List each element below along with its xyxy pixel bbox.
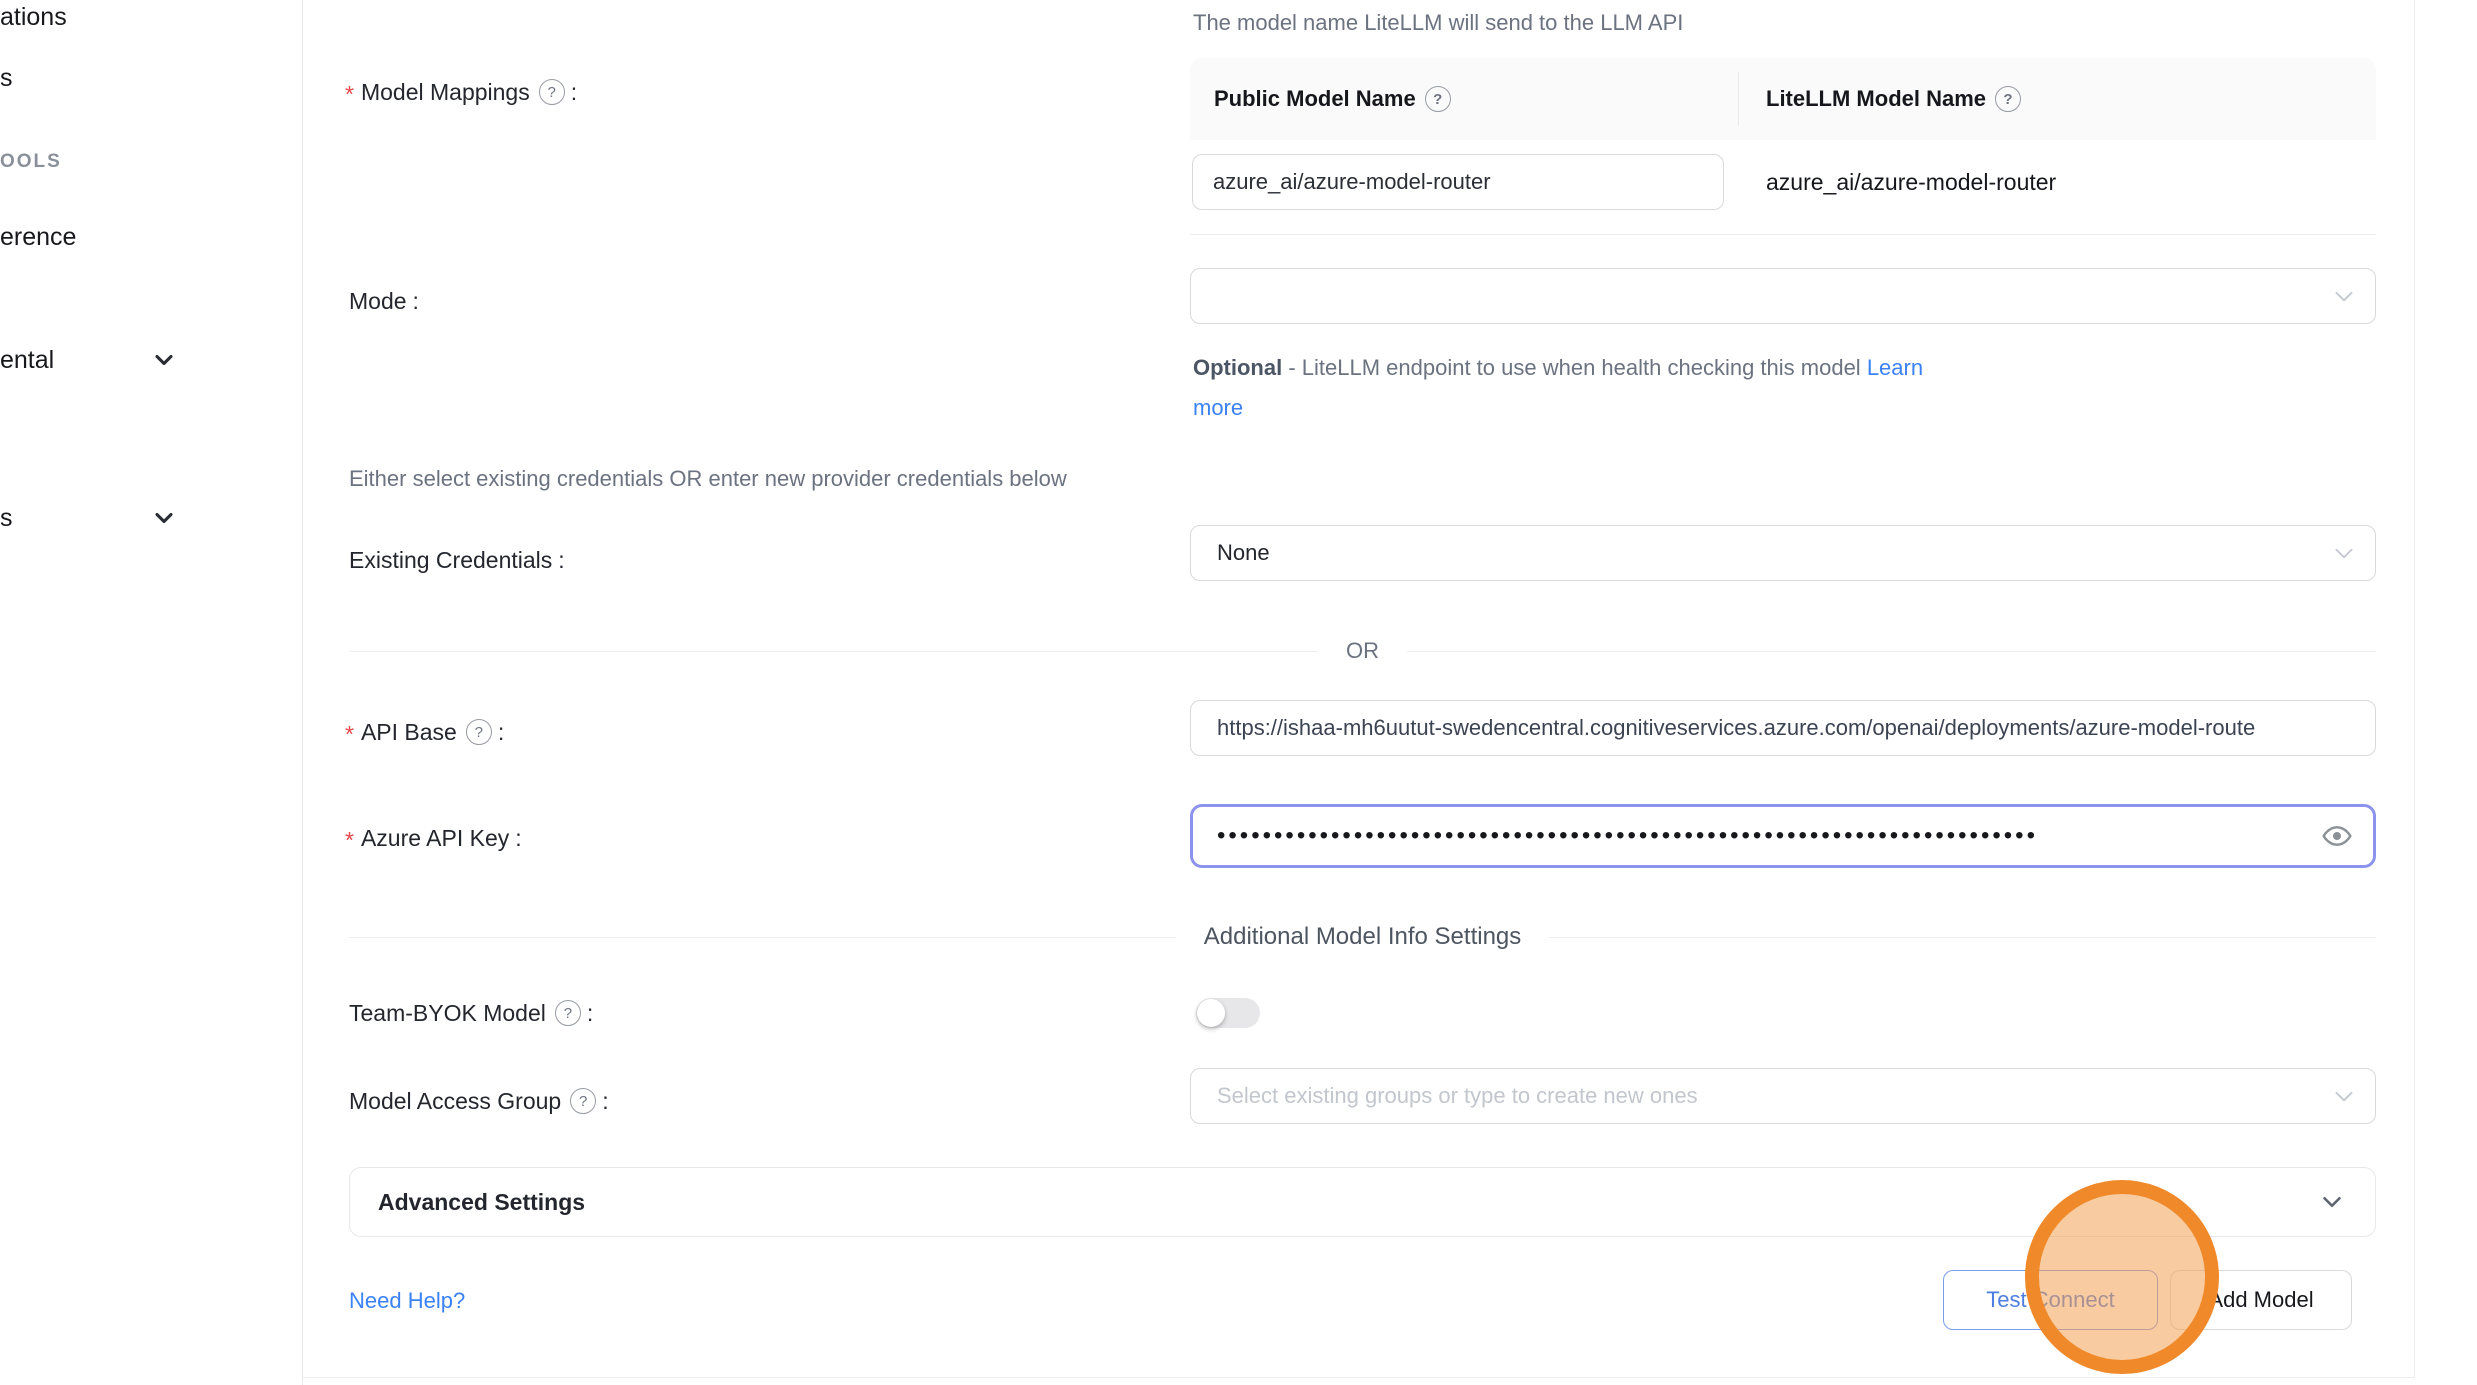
model-access-group-select[interactable]: Select existing groups or type to create… xyxy=(1190,1068,2376,1124)
team-byok-label: Team-BYOK Model ? : xyxy=(349,997,593,1029)
sidebar-item-s2[interactable]: s xyxy=(0,503,13,533)
sidebar-item-ental[interactable]: ental xyxy=(0,345,54,375)
colon: : xyxy=(498,719,504,746)
colon: : xyxy=(515,825,521,852)
required-mark: * xyxy=(345,721,354,748)
required-mark: * xyxy=(345,827,354,854)
mode-select[interactable] xyxy=(1190,268,2376,324)
divider-line xyxy=(349,937,1176,938)
optional-bold: Optional xyxy=(1193,355,1282,380)
need-help-link[interactable]: Need Help? xyxy=(349,1288,465,1314)
masked-api-key-value: ••••••••••••••••••••••••••••••••••••••••… xyxy=(1217,824,2309,848)
api-base-input[interactable]: https://ishaa-mh6uutut-swedencentral.cog… xyxy=(1190,700,2376,756)
model-access-group-placeholder: Select existing groups or type to create… xyxy=(1217,1083,2349,1109)
sidebar-item-erence[interactable]: erence xyxy=(0,222,76,252)
learn-more-link[interactable]: more xyxy=(1193,395,1243,420)
existing-credentials-value: None xyxy=(1217,540,1270,566)
public-model-name-value: azure_ai/azure-model-router xyxy=(1213,169,1703,195)
table-body-row: azure_ai/azure-model-router azure_ai/azu… xyxy=(1190,140,2376,235)
additional-info-divider: Additional Model Info Settings xyxy=(349,922,2376,952)
additional-info-divider-text: Additional Model Info Settings xyxy=(1204,923,1522,951)
sidebar-item-ations[interactable]: ations xyxy=(0,2,67,32)
colon: : xyxy=(413,288,419,315)
advanced-settings-title: Advanced Settings xyxy=(378,1189,585,1216)
team-byok-label-text: Team-BYOK Model xyxy=(349,1000,546,1027)
divider-line xyxy=(1407,651,2376,652)
team-byok-toggle[interactable] xyxy=(1196,998,1260,1028)
or-divider-text: OR xyxy=(1346,638,1379,664)
sidebar-item-s1[interactable]: s xyxy=(0,63,13,93)
card-bottom-border xyxy=(302,1377,2414,1378)
existing-credentials-select[interactable]: None xyxy=(1190,525,2376,581)
header-divider xyxy=(1738,72,1739,126)
help-icon[interactable]: ? xyxy=(539,79,565,105)
public-model-name-header: Public Model Name ? xyxy=(1190,86,1738,112)
existing-credentials-label-text: Existing Credentials xyxy=(349,547,552,574)
litellm-model-name-header-text: LiteLLM Model Name xyxy=(1766,86,1986,112)
divider-line xyxy=(349,651,1318,652)
model-mappings-label: * Model Mappings ? : xyxy=(345,76,577,108)
public-model-name-input[interactable]: azure_ai/azure-model-router xyxy=(1192,154,1724,210)
credentials-note: Either select existing credentials OR en… xyxy=(349,466,1067,492)
toggle-knob xyxy=(1197,999,1225,1027)
mode-help-text: Optional - LiteLLM endpoint to use when … xyxy=(1193,348,1923,428)
chevron-down-icon xyxy=(2331,283,2357,309)
azure-api-key-input[interactable]: ••••••••••••••••••••••••••••••••••••••••… xyxy=(1190,804,2376,868)
add-model-button[interactable]: Add Model xyxy=(2170,1270,2352,1330)
chevron-down-icon[interactable] xyxy=(150,504,178,532)
api-base-label-text: API Base xyxy=(361,719,457,746)
sidebar-section-tools: OOLS xyxy=(0,151,62,173)
learn-more-link[interactable]: Learn xyxy=(1867,355,1923,380)
chevron-down-icon[interactable] xyxy=(150,346,178,374)
or-divider: OR xyxy=(349,638,2376,664)
api-base-value: https://ishaa-mh6uutut-swedencentral.cog… xyxy=(1217,715,2349,741)
table-header-row: Public Model Name ? LiteLLM Model Name ? xyxy=(1190,58,2376,140)
card-right-border xyxy=(2414,0,2415,1378)
help-icon[interactable]: ? xyxy=(1425,86,1451,112)
eye-icon[interactable] xyxy=(2321,820,2353,852)
model-name-hint: The model name LiteLLM will send to the … xyxy=(1193,10,1683,36)
help-icon[interactable]: ? xyxy=(570,1088,596,1114)
mode-label: Mode : xyxy=(349,285,419,317)
model-access-group-label: Model Access Group ? : xyxy=(349,1085,609,1117)
sidebar: ations s OOLS erence ental s xyxy=(0,0,303,1385)
model-mappings-table: Public Model Name ? LiteLLM Model Name ?… xyxy=(1190,58,2376,235)
help-icon[interactable]: ? xyxy=(1995,86,2021,112)
add-model-page: ations s OOLS erence ental s The model n… xyxy=(0,0,2477,1385)
colon: : xyxy=(571,79,577,106)
litellm-model-name-header: LiteLLM Model Name ? xyxy=(1738,86,2376,112)
help-icon[interactable]: ? xyxy=(466,719,492,745)
model-mappings-label-text: Model Mappings xyxy=(361,79,530,106)
advanced-settings-panel[interactable]: Advanced Settings xyxy=(349,1167,2376,1237)
colon: : xyxy=(602,1088,608,1115)
mode-label-text: Mode xyxy=(349,288,407,315)
chevron-down-icon xyxy=(2317,1187,2347,1217)
colon: : xyxy=(558,547,564,574)
help-icon[interactable]: ? xyxy=(555,1000,581,1026)
chevron-down-icon xyxy=(2331,1083,2357,1109)
chevron-down-icon xyxy=(2331,540,2357,566)
model-access-group-label-text: Model Access Group xyxy=(349,1088,561,1115)
mode-help-body: - LiteLLM endpoint to use when health ch… xyxy=(1282,355,1867,380)
public-model-name-header-text: Public Model Name xyxy=(1214,86,1416,112)
required-mark: * xyxy=(345,81,354,108)
azure-api-key-label: * Azure API Key : xyxy=(345,822,522,854)
divider-line xyxy=(1549,937,2376,938)
azure-api-key-label-text: Azure API Key xyxy=(361,825,509,852)
litellm-model-name-value: azure_ai/azure-model-router xyxy=(1738,154,2376,210)
api-base-label: * API Base ? : xyxy=(345,716,504,748)
colon: : xyxy=(587,1000,593,1027)
existing-credentials-label: Existing Credentials : xyxy=(349,544,565,576)
test-connect-button[interactable]: Test Connect xyxy=(1943,1270,2158,1330)
